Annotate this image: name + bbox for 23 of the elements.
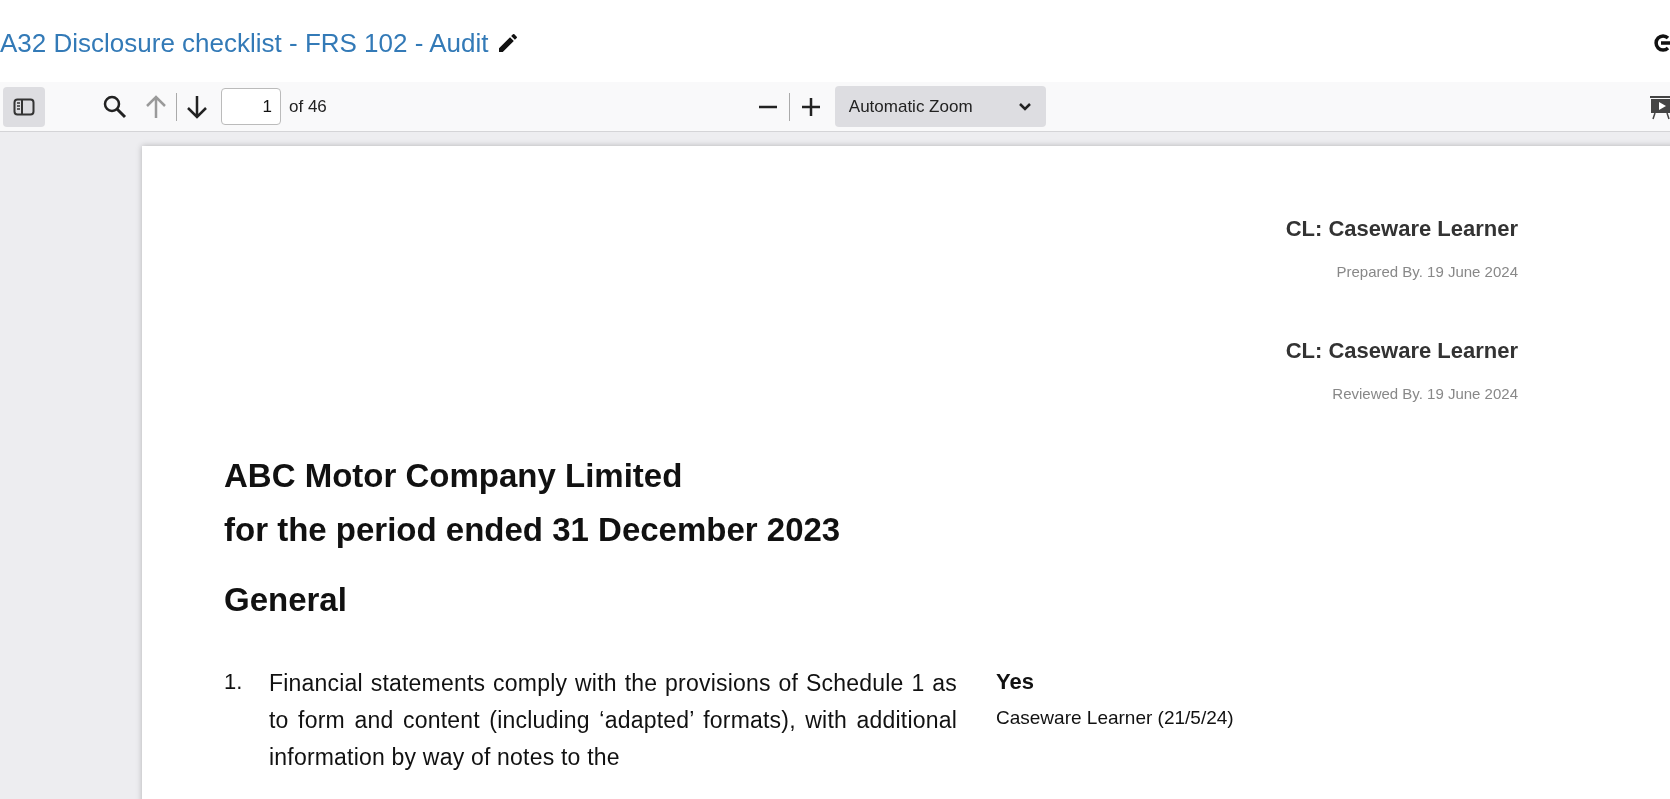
sidebar-icon bbox=[13, 97, 35, 116]
page-count: of 46 bbox=[289, 95, 327, 118]
signoff-detail: Prepared By. 19 June 2024 bbox=[1336, 262, 1518, 282]
page-number-field[interactable]: 1 bbox=[221, 88, 281, 125]
search-icon[interactable] bbox=[102, 93, 128, 120]
chevron-down-icon bbox=[1017, 101, 1032, 112]
document-title: A32 Disclosure checklist - FRS 102 - Audit bbox=[0, 26, 489, 60]
item-text: Financial statements comply with the provisions of Schedule 1 as to form and content (including ‘adapted’ formats), with additional information by way of notes to the bbox=[269, 668, 957, 772]
section-heading: General bbox=[224, 580, 348, 620]
answered-by: Caseware Learner (21/5/24) bbox=[996, 705, 1234, 730]
item-number: 1. bbox=[224, 667, 244, 696]
zoom-dropdown[interactable]: Automatic Zoom bbox=[834, 86, 1046, 127]
document-heading: ABC Motor Company Limited bbox=[224, 456, 684, 496]
document-heading: for the period ended 31 December 2023 bbox=[224, 510, 842, 550]
presentation-icon[interactable] bbox=[1650, 95, 1670, 121]
signoff-detail: Reviewed By. 19 June 2024 bbox=[1332, 383, 1518, 404]
signoff-name: CL: Caseware Learner bbox=[1285, 215, 1518, 243]
zoom-in-icon[interactable] bbox=[799, 95, 822, 118]
down-arrow-icon[interactable] bbox=[186, 93, 208, 120]
exit-icon[interactable] bbox=[1654, 33, 1670, 53]
signoff-name: CL: Caseware Learner bbox=[1285, 336, 1518, 365]
sidebar-toggle-button[interactable] bbox=[3, 86, 45, 127]
item-answer: Yes bbox=[996, 667, 1035, 696]
